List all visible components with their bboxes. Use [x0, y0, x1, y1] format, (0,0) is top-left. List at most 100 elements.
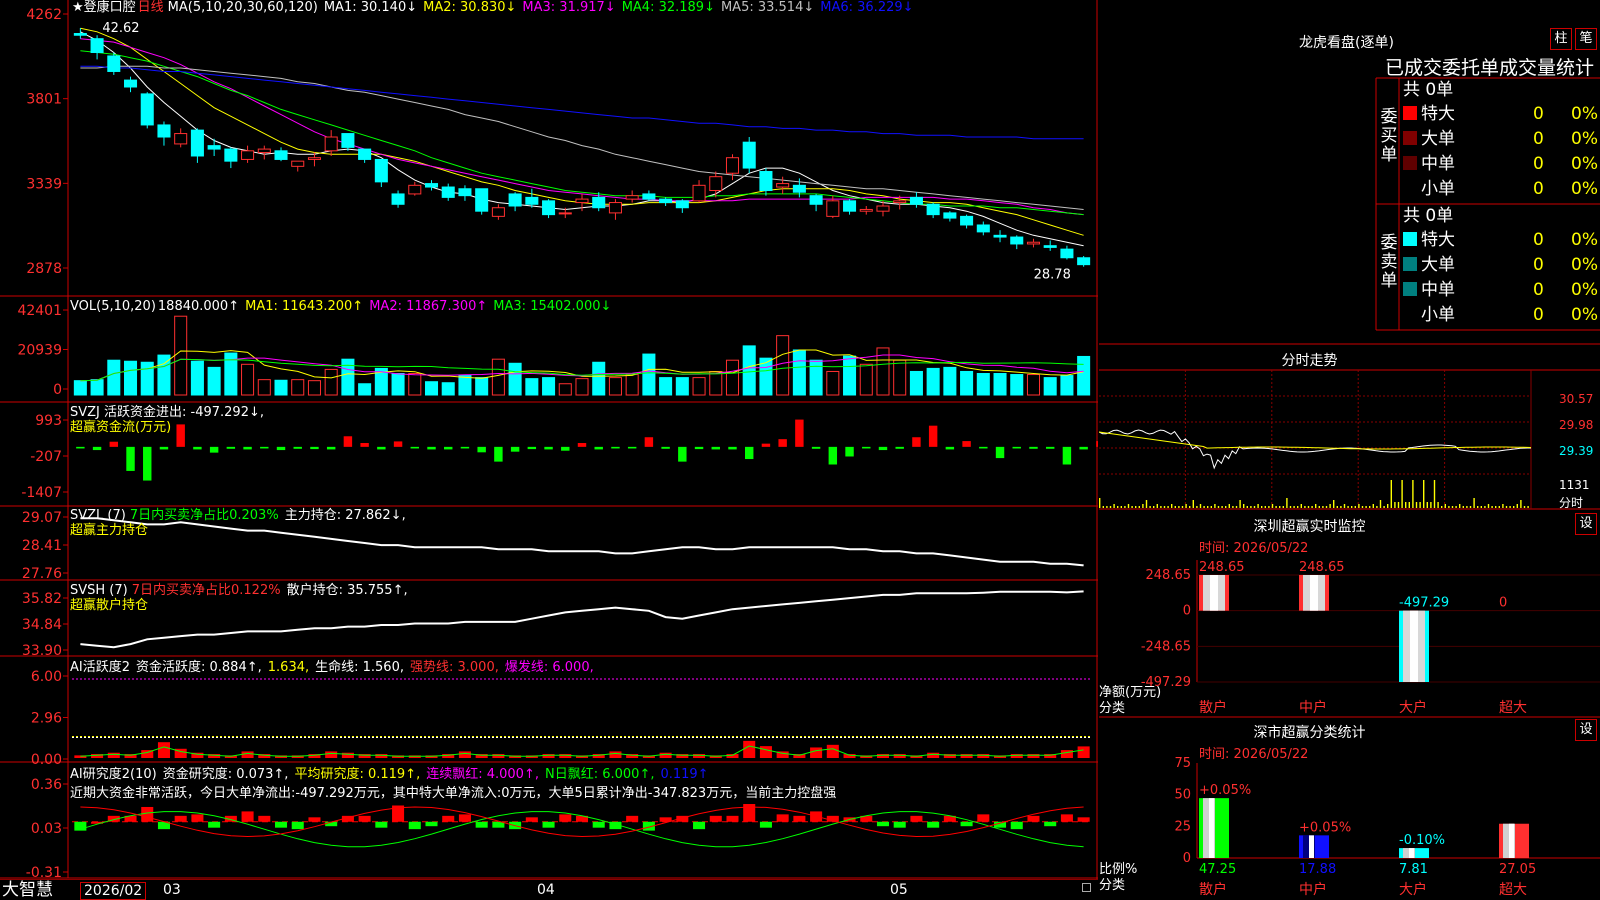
sz-monitor-class: 分类 [1099, 701, 1126, 716]
volume-bar-8 [207, 366, 221, 396]
fund-flow-bar-37 [694, 446, 704, 450]
sell-side-char: 单 [1380, 271, 1398, 291]
class-bar-0 [1199, 798, 1229, 858]
intraday-vol-bar-48 [1271, 504, 1274, 508]
x-label-start[interactable]: 2026/02 [80, 882, 147, 900]
volume-bar-47 [859, 363, 873, 396]
intraday-vol-bar-63 [1325, 506, 1328, 508]
volume-bar-12 [274, 379, 288, 396]
research-bar-11 [258, 815, 271, 822]
vol_pane-tick-label-0: 42401 [17, 303, 62, 319]
intraday-vol-bar-43 [1253, 506, 1256, 508]
order-type: 小单 [1421, 305, 1455, 325]
activity-bar-45 [826, 744, 839, 758]
sell-row-2[interactable]: 中单 0 0% [1403, 278, 1600, 302]
svsh-ratio: 7日内买卖净占比0.122% [131, 583, 281, 598]
intraday-vol-bar-104 [1473, 498, 1475, 508]
candle-5 [157, 121, 171, 146]
sell-row-0[interactable]: 特大 0 0% [1403, 228, 1600, 252]
ai-active-title: AI活跃度2 [70, 660, 130, 675]
buy-row-2[interactable]: 中单 0 0% [1403, 152, 1600, 176]
candle-2 [107, 52, 121, 75]
svzj_pane-tick-label-1: -207 [30, 449, 62, 465]
research-bar-8 [208, 821, 221, 828]
fund-flow-bar-12 [276, 446, 286, 451]
lock-icon[interactable] [1082, 883, 1091, 892]
monitor-bar-0 [1199, 575, 1229, 611]
candle-body [241, 150, 255, 160]
intraday-vol-bar-108 [1487, 504, 1490, 508]
candle-17 [358, 148, 372, 163]
svzl_pane-tick-label-0: 29.07 [22, 510, 62, 526]
sell-total: 共 0单 [1403, 206, 1454, 226]
candle-55 [993, 230, 1007, 243]
kline-chart-area[interactable]: 4262 3801 3339 2878 42.62 28.78 42401 20939 0 993… [0, 0, 1098, 900]
ai-active-header: AI活跃度2 资金活跃度: 0.884↑, 1.634, 生命线: 1.560, 强势线… [70, 660, 606, 675]
fund-flow-bar-61 [1096, 441, 1098, 447]
fund-flow-bar-39 [728, 446, 737, 450]
column-view-button[interactable]: 柱 [1550, 28, 1572, 50]
class-name-0: 散户 [1199, 881, 1227, 898]
intraday-vol-bar-22 [1178, 506, 1180, 508]
candle-body [1043, 245, 1057, 248]
volume-bar-6 [174, 315, 188, 396]
activity-bar-53 [960, 754, 973, 758]
intraday-vol-bar-65 [1333, 500, 1335, 508]
volume-bar-44 [809, 359, 823, 396]
buy-row-1[interactable]: 大单 0 0% [1403, 127, 1600, 151]
color-swatch [1403, 106, 1417, 120]
fund-flow-bar-24 [477, 446, 486, 453]
intraday-vol-bar-89 [1419, 502, 1421, 508]
fund-flow-bar-48 [878, 446, 888, 451]
candle-4 [140, 92, 154, 129]
intraday-vol-bar-20 [1171, 504, 1173, 508]
candle-body [625, 195, 639, 200]
fund-flow-bar-58 [1045, 446, 1055, 449]
intraday-vol-bar-106 [1480, 506, 1482, 508]
volume-bar-21 [424, 381, 439, 396]
candle-body [174, 133, 188, 145]
fund-flow-bar-30 [577, 443, 587, 447]
class-bar-2 [1399, 848, 1429, 858]
intraday-vol-bar-18 [1163, 506, 1166, 508]
stock-name[interactable]: ★登康口腔 [72, 0, 136, 15]
intraday-vol-bar-110 [1495, 506, 1497, 508]
candle-body [324, 136, 338, 152]
order-type: 小单 [1421, 179, 1455, 199]
candle-body [725, 157, 740, 174]
activity-bar-18 [375, 754, 388, 758]
sz-monitor-settings-button[interactable]: 设 [1575, 513, 1597, 535]
buy-row-0[interactable]: 特大 0 0% [1403, 102, 1600, 126]
period-label[interactable]: 日线 [138, 0, 164, 15]
pen-view-button[interactable]: 笔 [1575, 28, 1597, 50]
class-value-1: 17.88 [1299, 862, 1336, 877]
candle-body [943, 212, 957, 219]
bar-highlight [1210, 575, 1218, 611]
intraday-vol-bar-88 [1415, 502, 1418, 508]
svzl_pane-tick-label-2: 27.76 [22, 566, 62, 582]
order-percent: 0% [1571, 154, 1598, 174]
fund-flow-bar-18 [377, 446, 386, 450]
class-delta-1: +0.05% [1299, 820, 1351, 835]
value-3: 强势线: 3.000, [410, 660, 499, 675]
research-bar-21 [425, 821, 438, 827]
indicator-charts[interactable]: 4262 3801 3339 2878 42.62 28.78 42401 20939 0 993… [0, 0, 1098, 900]
volume-bar-50 [909, 370, 923, 396]
fund-flow-bar-44 [811, 446, 821, 449]
candle-body [1010, 236, 1024, 245]
research-bar-6 [174, 815, 187, 822]
candle-body [73, 33, 87, 36]
sell-row-1[interactable]: 大单 0 0% [1403, 253, 1600, 277]
buy-row-3[interactable]: 小单 0 0% [1403, 177, 1600, 201]
candle-9 [224, 147, 238, 169]
sell-row-3[interactable]: 小单 0 0% [1403, 303, 1600, 327]
candle-16 [341, 133, 355, 151]
research-bar-57 [1027, 815, 1040, 822]
volume-bar-34 [642, 353, 656, 396]
candle-56 [1010, 235, 1024, 250]
sz-class-settings-button[interactable]: 设 [1575, 719, 1597, 741]
research-bar-28 [542, 821, 555, 828]
research-bar-51 [927, 821, 940, 828]
x-label-may: 05 [890, 882, 908, 898]
research-bar-23 [458, 814, 471, 822]
